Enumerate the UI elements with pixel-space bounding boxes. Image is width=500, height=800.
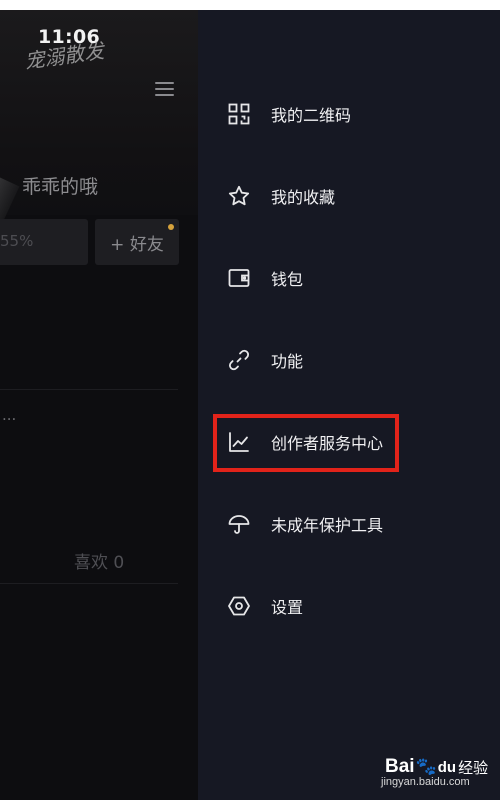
menu-item-wallet[interactable]: 钱包: [228, 263, 303, 293]
menu-label: 功能: [271, 352, 304, 371]
menu-label: 未成年保护工具: [271, 516, 384, 535]
phone-screen: 11:06 宠溺散发 乖乖的哦 55% + 好友 ... 喜欢 0 我的二维码 …: [0, 10, 500, 800]
side-drawer-menu: 我的二维码 我的收藏 钱包 功能 创作者服务中心 未成年保护工具 设置: [198, 10, 500, 800]
menu-item-favorites[interactable]: 我的收藏: [228, 181, 335, 211]
baidu-brand-du: du: [437, 758, 457, 776]
wallet-icon: [228, 267, 250, 289]
star-icon: [228, 185, 250, 207]
menu-item-qr-code[interactable]: 我的二维码: [228, 99, 351, 129]
hexagon-settings-icon: [228, 595, 250, 617]
baidu-logo: Bai 🐾 du 经验: [385, 756, 488, 778]
paw-icon: 🐾: [415, 757, 437, 777]
highlight-annotation-box: [213, 414, 399, 472]
menu-label: 我的收藏: [271, 188, 336, 207]
menu-item-features[interactable]: 功能: [228, 345, 303, 375]
cover-image-detail: [0, 177, 20, 223]
hamburger-menu-icon[interactable]: [155, 82, 174, 96]
baidu-brand-suffix: 经验: [458, 758, 489, 777]
add-friend-label: + 好友: [110, 234, 164, 255]
baidu-brand-bai: Bai: [385, 756, 415, 777]
menu-label: 钱包: [271, 270, 304, 289]
profile-stat-box[interactable]: 55%: [0, 219, 88, 265]
qr-code-icon: [228, 103, 250, 125]
divider: [0, 389, 178, 390]
link-icon: [228, 349, 250, 371]
bio-ellipsis: ...: [2, 406, 17, 424]
profile-page[interactable]: 11:06 宠溺散发 乖乖的哦 55% + 好友 ... 喜欢 0: [0, 10, 198, 800]
notification-dot: [168, 224, 174, 230]
umbrella-icon: [228, 513, 250, 535]
menu-item-minor-protection[interactable]: 未成年保护工具: [228, 509, 383, 539]
tab-likes[interactable]: 喜欢 0: [74, 548, 124, 573]
profile-username: 乖乖的哦: [22, 176, 99, 198]
menu-item-settings[interactable]: 设置: [228, 591, 303, 621]
menu-label: 设置: [271, 598, 304, 617]
menu-label: 我的二维码: [271, 106, 352, 125]
watermark-url: jingyan.baidu.com: [381, 776, 470, 788]
tab-divider: [0, 583, 178, 584]
add-friend-button[interactable]: + 好友: [95, 219, 179, 265]
profile-stat-text: 55%: [0, 232, 34, 250]
